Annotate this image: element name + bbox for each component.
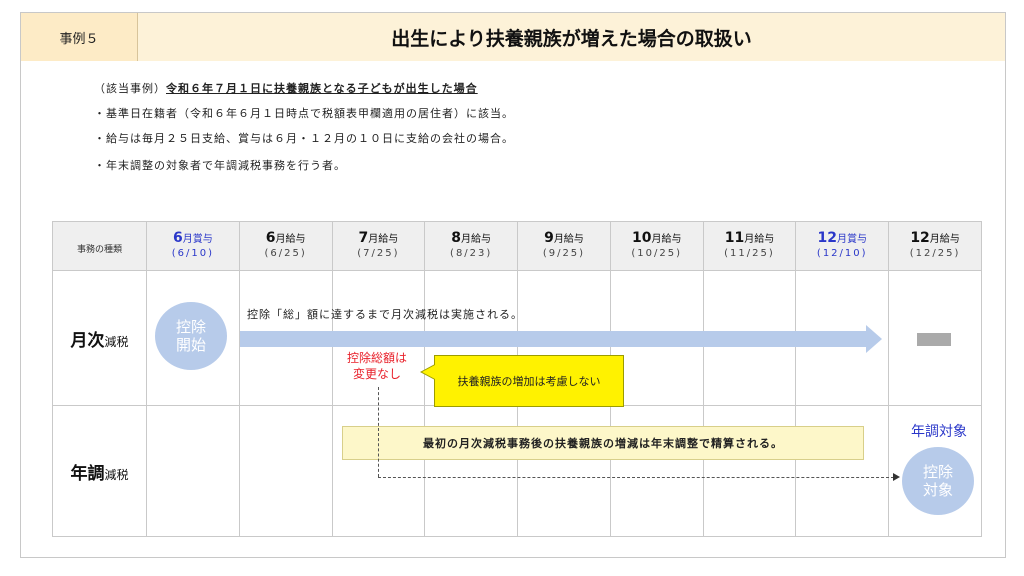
condition-line-1: ・基準日在籍者（令和６年６月１日時点で税額表甲欄適用の居住者）に該当。: [94, 107, 514, 120]
dashed-arrow-head: [893, 473, 900, 481]
page-title: 出生により扶養親族が増えた場合の取扱い: [138, 13, 1005, 61]
monthly-row-label: 月次減税: [52, 270, 147, 406]
month-date: (7/25): [357, 248, 400, 259]
red-note-line: 控除総額は: [346, 351, 407, 365]
month-date: (12/25): [909, 248, 961, 259]
month-type: 月賞与: [182, 234, 213, 245]
dashed-connector-horizontal: [378, 477, 894, 478]
month-cell: 12月賞与 (12/10): [795, 221, 890, 271]
row-label-rest: 減税: [104, 467, 129, 482]
month-num: 6: [265, 230, 276, 246]
monthly-arrow-body: [240, 331, 870, 347]
month-type: 月給与: [929, 234, 960, 245]
arrow-caption: 控除「総」額に達するまで月次減税は実施される。: [247, 308, 523, 321]
case-label: 事例５: [21, 13, 138, 61]
month-cell: 11月給与 (11/25): [702, 221, 797, 271]
month-date: (6/10): [171, 248, 215, 259]
month-type: 月給与: [744, 234, 775, 245]
row-label-rest: 減税: [104, 334, 129, 349]
month-num: 12: [817, 230, 837, 246]
red-note-line: 変更なし: [352, 367, 401, 381]
applicable-case-line: （該当事例）令和６年７月１日に扶養親族となる子どもが出生した場合: [94, 80, 478, 96]
month-num: 11: [724, 230, 745, 246]
month-type: 月給与: [368, 234, 399, 245]
month-date: (8/23): [450, 248, 493, 259]
yearend-target-label: 年調対象: [911, 424, 967, 440]
month-type: 月給与: [461, 234, 492, 245]
row-label-bold: 年調: [70, 463, 105, 484]
table-header-row: 事務の種類 6月賞与 (6/10) 6月給与 (6/25) 7月給与 (7/25) 8…: [52, 221, 982, 271]
month-num: 6: [173, 230, 183, 246]
circle-text: 対象: [922, 481, 953, 499]
table-cell: [146, 405, 240, 537]
kind-header-cell: 事務の種類: [52, 221, 147, 271]
deduction-target-circle: 控除 対象: [902, 447, 974, 515]
circle-text: 開始: [175, 336, 206, 354]
table-cell: [238, 405, 333, 537]
dependent-increase-callout: 扶養親族の増加は考慮しない: [434, 355, 624, 407]
month-type: 月給与: [553, 234, 584, 245]
header-bar: 事例５ 出生により扶養親族が増えた場合の取扱い: [21, 13, 1005, 61]
condition-line-3: ・年末調整の対象者で年調減税事務を行う者。: [94, 159, 346, 172]
month-num: 9: [544, 230, 554, 246]
month-num: 10: [631, 230, 652, 246]
month-cell: 9月給与 (9/25): [517, 221, 611, 271]
month-date: (11/25): [724, 248, 775, 259]
total-unchanged-note: 控除総額は 変更なし: [342, 350, 412, 382]
applicable-prefix: （該当事例）: [94, 82, 166, 95]
month-type: 月給与: [275, 234, 306, 245]
condition-line-2: ・給与は毎月２５日支給、賞与は６月・１２月の１０日に支給の会社の場合。: [94, 132, 514, 145]
month-cell: 6月賞与 (6/10): [146, 221, 240, 271]
yearend-row-label: 年調減税: [52, 405, 147, 537]
month-cell: 12月給与 (12/25): [888, 221, 982, 271]
circle-text: 控除: [922, 463, 953, 481]
callout-tail-fill: [422, 365, 435, 379]
month-date: (12/10): [816, 248, 868, 259]
month-num: 12: [910, 230, 930, 246]
month-num: 8: [451, 230, 462, 246]
monthly-arrow-head: [866, 325, 882, 353]
month-cell: 10月給与 (10/25): [609, 221, 704, 271]
deduction-start-circle: 控除 開始: [155, 302, 227, 370]
circle-text: 控除: [175, 318, 206, 336]
dashed-connector-vertical: [378, 387, 379, 477]
month-type: 月賞与: [836, 234, 867, 245]
kind-header: 事務の種類: [76, 244, 122, 255]
yearend-settle-note: 最初の月次減税事務後の扶養親族の増減は年末調整で精算される。: [342, 426, 864, 460]
row-label-bold: 月次: [70, 330, 105, 351]
month-type: 月給与: [651, 234, 682, 245]
month-cell: 8月給与 (8/23): [424, 221, 519, 271]
month-cell: 6月給与 (6/25): [238, 221, 333, 271]
month-date: (10/25): [631, 248, 683, 259]
month-num: 7: [358, 230, 369, 246]
ended-marker: [917, 333, 951, 346]
month-date: (6/25): [264, 248, 307, 259]
month-date: (9/25): [542, 248, 586, 259]
applicable-case: 令和６年７月１日に扶養親族となる子どもが出生した場合: [166, 82, 478, 95]
month-cell: 7月給与 (7/25): [331, 221, 426, 271]
